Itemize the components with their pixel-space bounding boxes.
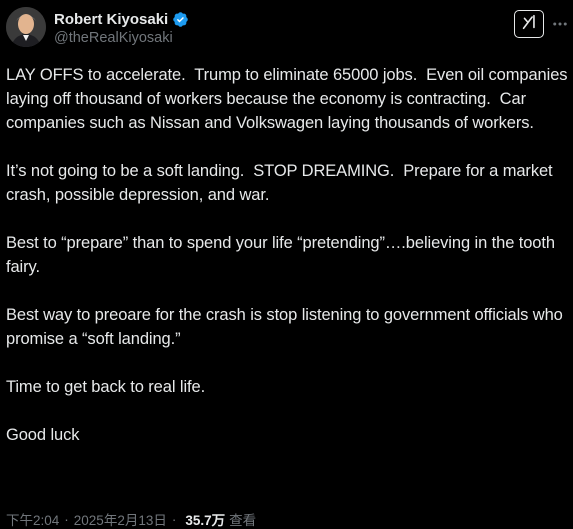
tweet-paragraph: Best to “prepare” than to spend your lif… <box>6 234 560 276</box>
grok-icon <box>520 13 538 36</box>
author-handle[interactable]: @theRealKiyosaki <box>54 30 173 46</box>
tweet-paragraph: Best way to preoare for the crash is sto… <box>6 306 568 348</box>
tweet-paragraph: Good luck <box>6 426 80 444</box>
tweet-header: Robert Kiyosaki @theRealKiyosaki <box>0 0 573 58</box>
tweet-text: LAY OFFS to accelerate. Trump to elimina… <box>6 63 572 447</box>
author-display-name[interactable]: Robert Kiyosaki <box>54 11 168 28</box>
tweet-paragraph: LAY OFFS to accelerate. Trump to elimina… <box>6 66 572 132</box>
meta-separator: · <box>64 511 69 527</box>
author-name-row: Robert Kiyosaki <box>54 9 189 29</box>
views-label: 查看 <box>229 513 257 528</box>
verified-badge-icon[interactable] <box>172 11 189 28</box>
tweet-paragraph: It’s not going to be a soft landing. STO… <box>6 162 558 204</box>
grok-button[interactable] <box>514 10 544 38</box>
tweet-paragraph: Time to get back to real life. <box>6 378 206 396</box>
avatar[interactable] <box>6 7 46 47</box>
more-icon[interactable] <box>550 11 570 37</box>
tweet-date[interactable]: 2025年2月13日 <box>74 509 167 529</box>
tweet-time[interactable]: 下午2:04 <box>6 509 59 529</box>
views-count[interactable]: 35.7万 <box>185 509 225 529</box>
tweet-meta: 下午2:04 · 2025年2月13日 · 35.7万 查看 <box>6 509 256 529</box>
meta-separator: · <box>171 511 177 527</box>
